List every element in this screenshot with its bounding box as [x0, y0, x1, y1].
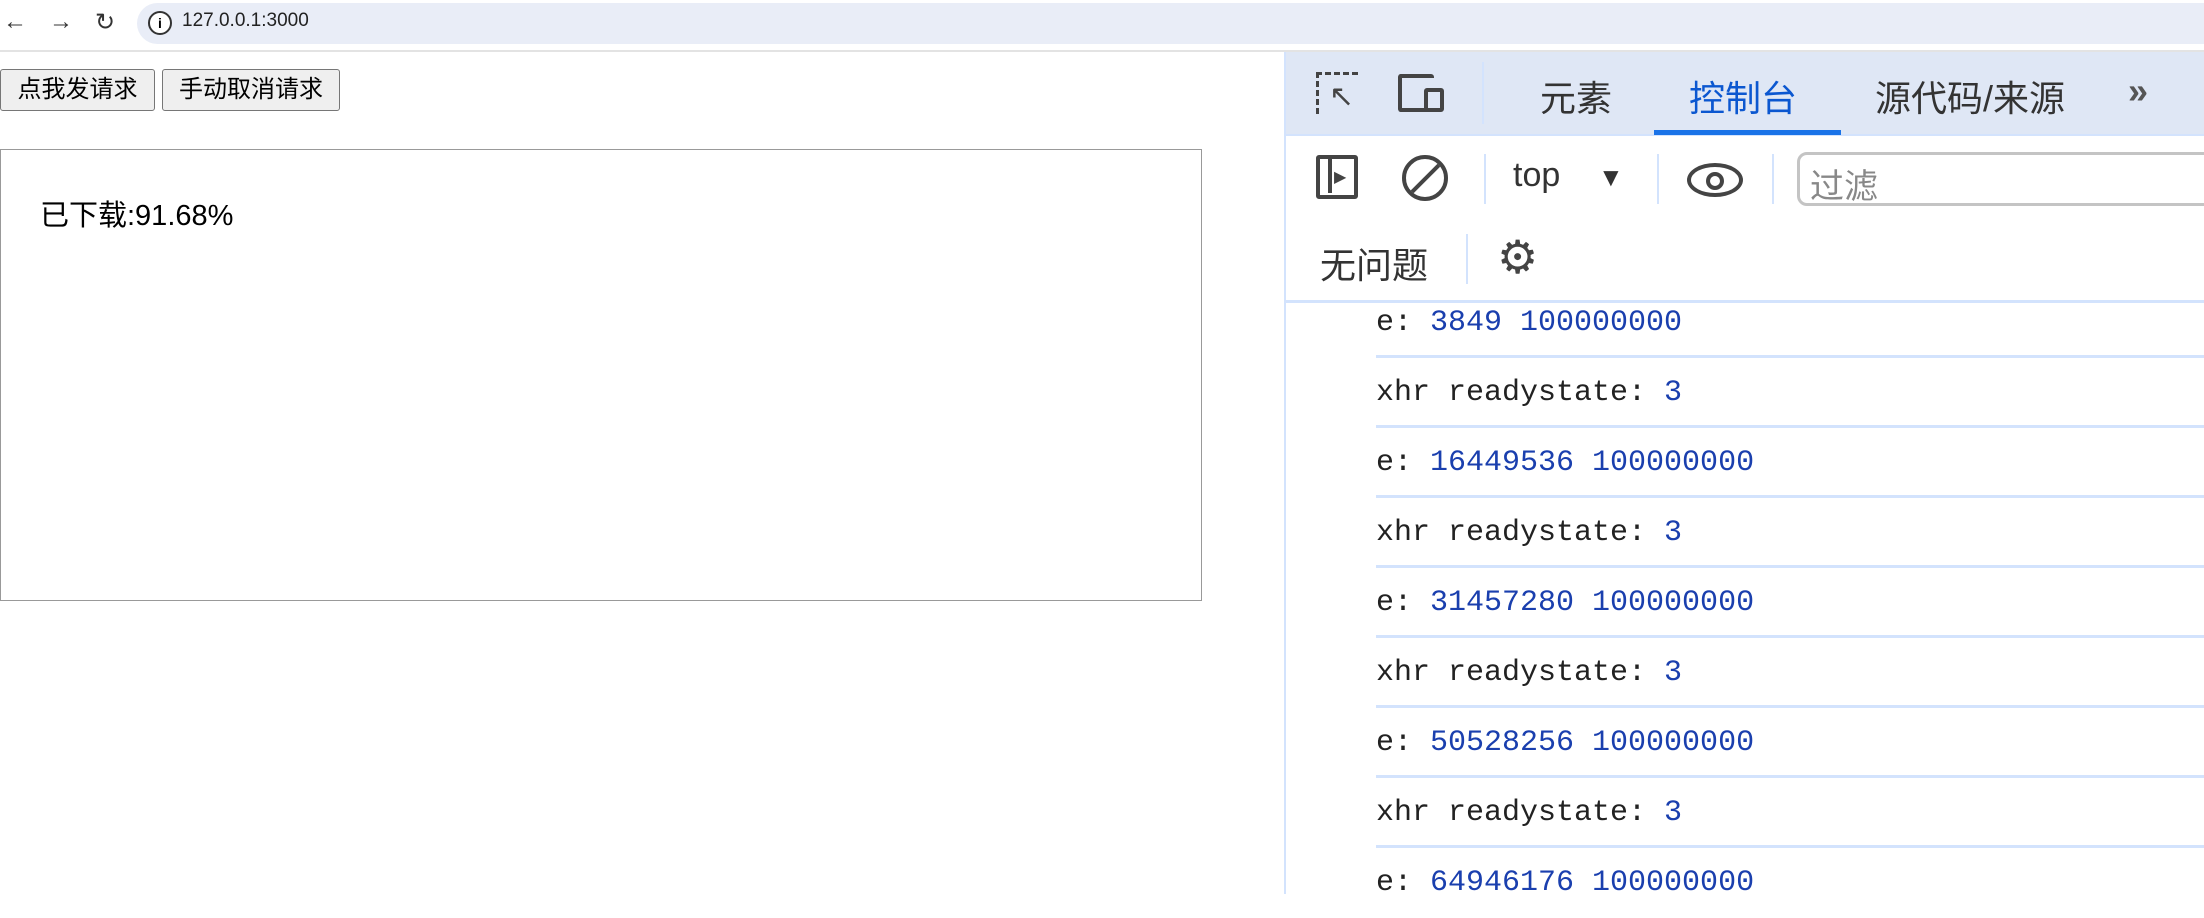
devtools-tabbar: ↖ 元素 控制台 源代码/来源 »	[1286, 52, 2204, 136]
tab-sources[interactable]: 源代码/来源	[1875, 70, 2065, 122]
sidebar-toggle-icon[interactable]: ▶	[1316, 155, 1358, 199]
divider	[1482, 62, 1484, 124]
console-value: 64946176 100000000	[1430, 866, 1755, 900]
console-value: 3	[1664, 656, 1683, 690]
device-toolbar-icon[interactable]	[1398, 74, 1444, 112]
inspect-element-icon[interactable]: ↖	[1316, 72, 1358, 114]
clear-console-icon[interactable]	[1402, 155, 1448, 201]
filter-input[interactable]: 过滤	[1797, 152, 2204, 206]
browser-toolbar: ← → ↻ i 127.0.0.1:3000	[0, 0, 2204, 52]
send-request-button[interactable]: 点我发请求	[0, 69, 155, 111]
console-value: 3	[1664, 376, 1683, 410]
divider	[1772, 154, 1774, 204]
issues-label[interactable]: 无问题	[1320, 237, 1428, 289]
cancel-request-button[interactable]: 手动取消请求	[162, 69, 340, 111]
console-label: e:	[1376, 306, 1431, 340]
console-label: e:	[1376, 446, 1431, 480]
tab-console[interactable]: 控制台	[1689, 70, 1797, 122]
console-message: xhr readystate: 3	[1376, 638, 2204, 708]
console-label: xhr readystate:	[1376, 656, 1665, 690]
console-value: 3	[1664, 516, 1683, 550]
console-value: 16449536 100000000	[1430, 446, 1755, 480]
settings-gear-icon[interactable]: ⚙	[1497, 230, 1538, 284]
console-message: xhr readystate: 3	[1376, 498, 2204, 568]
devtools-panel: ↖ 元素 控制台 源代码/来源 » ▶ top ▼ 过滤 无问题 ⚙ e: 38…	[1284, 52, 2204, 900]
context-selector[interactable]: top	[1513, 156, 1560, 195]
active-tab-indicator	[1654, 130, 1841, 135]
address-bar[interactable]	[137, 3, 2204, 44]
divider	[1657, 154, 1659, 204]
console-message: e: 3849 100000000	[1376, 288, 2204, 358]
console-label: e:	[1376, 586, 1431, 620]
console-label: xhr readystate:	[1376, 796, 1665, 830]
site-info-icon[interactable]: i	[148, 11, 172, 35]
console-label: e:	[1376, 866, 1431, 900]
console-label: xhr readystate:	[1376, 376, 1665, 410]
console-message: xhr readystate: 3	[1376, 778, 2204, 848]
console-message: e: 16449536 100000000	[1376, 428, 2204, 498]
more-tabs-icon[interactable]: »	[2128, 70, 2148, 112]
console-value: 31457280 100000000	[1430, 586, 1755, 620]
back-icon[interactable]: ←	[0, 8, 30, 36]
console-label: xhr readystate:	[1376, 516, 1665, 550]
console-message: e: 64946176 100000000	[1376, 848, 2204, 918]
divider	[1484, 154, 1486, 204]
progress-text: 已下载:91.68%	[40, 200, 234, 232]
console-message: e: 50528256 100000000	[1376, 708, 2204, 778]
forward-icon[interactable]: →	[46, 8, 76, 36]
console-value: 3849 100000000	[1430, 306, 1683, 340]
console-label: e:	[1376, 726, 1431, 760]
url-text[interactable]: 127.0.0.1:3000	[182, 10, 309, 32]
console-value: 50528256 100000000	[1430, 726, 1755, 760]
console-value: 3	[1664, 796, 1683, 830]
chevron-down-icon[interactable]: ▼	[1598, 162, 1624, 193]
reload-icon[interactable]: ↻	[90, 8, 120, 37]
console-message: xhr readystate: 3	[1376, 358, 2204, 428]
console-message: e: 31457280 100000000	[1376, 568, 2204, 638]
tab-elements[interactable]: 元素	[1540, 70, 1612, 122]
divider	[1466, 234, 1468, 284]
live-expression-eye-icon[interactable]	[1687, 163, 1743, 197]
